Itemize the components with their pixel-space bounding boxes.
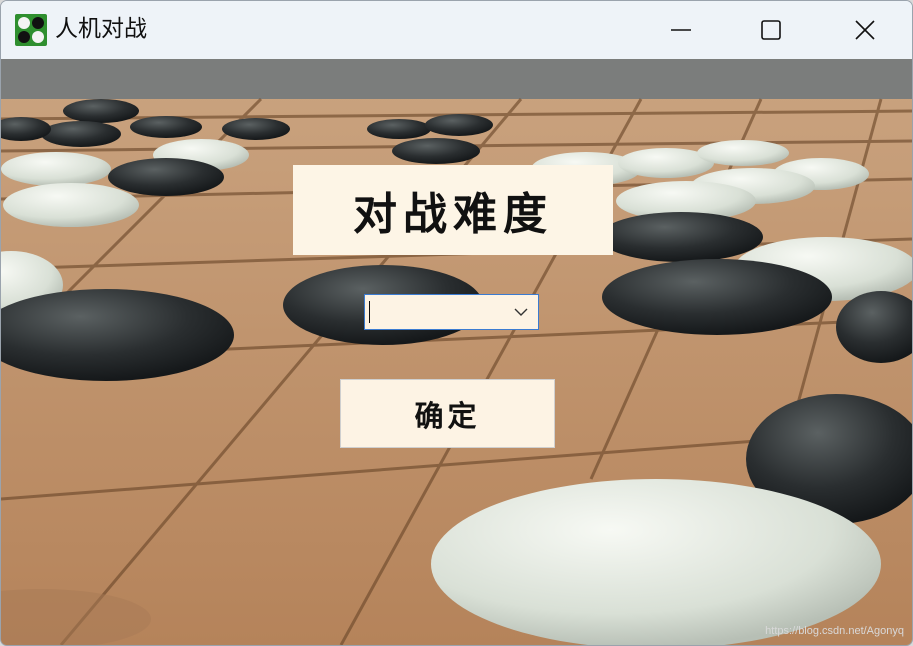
main-content: 对战难度 确定 https://blog.csdn.net/Agonyq (1, 59, 912, 645)
go-stones-icon (15, 14, 47, 46)
close-icon (855, 20, 875, 40)
minimize-icon (671, 29, 691, 31)
window-title: 人机对战 (55, 16, 147, 42)
title-bar[interactable]: 人机对战 (1, 1, 912, 59)
close-button[interactable] (819, 1, 911, 59)
chevron-down-icon[interactable] (504, 295, 538, 329)
minimize-button[interactable] (635, 1, 727, 59)
maximize-button[interactable] (725, 1, 817, 59)
difficulty-select[interactable] (364, 294, 539, 330)
text-caret (369, 301, 370, 323)
difficulty-heading: 对战难度 (353, 189, 553, 240)
watermark-text: https://blog.csdn.net/Agonyq (765, 625, 904, 637)
maximize-icon (761, 20, 781, 40)
difficulty-heading-panel: 对战难度 (293, 165, 613, 255)
app-window: 人机对战 对战难度 确定 https://blog.csdn.net/Agony… (0, 0, 913, 646)
go-board-background-image (1, 59, 912, 645)
confirm-button[interactable]: 确定 (340, 379, 555, 448)
